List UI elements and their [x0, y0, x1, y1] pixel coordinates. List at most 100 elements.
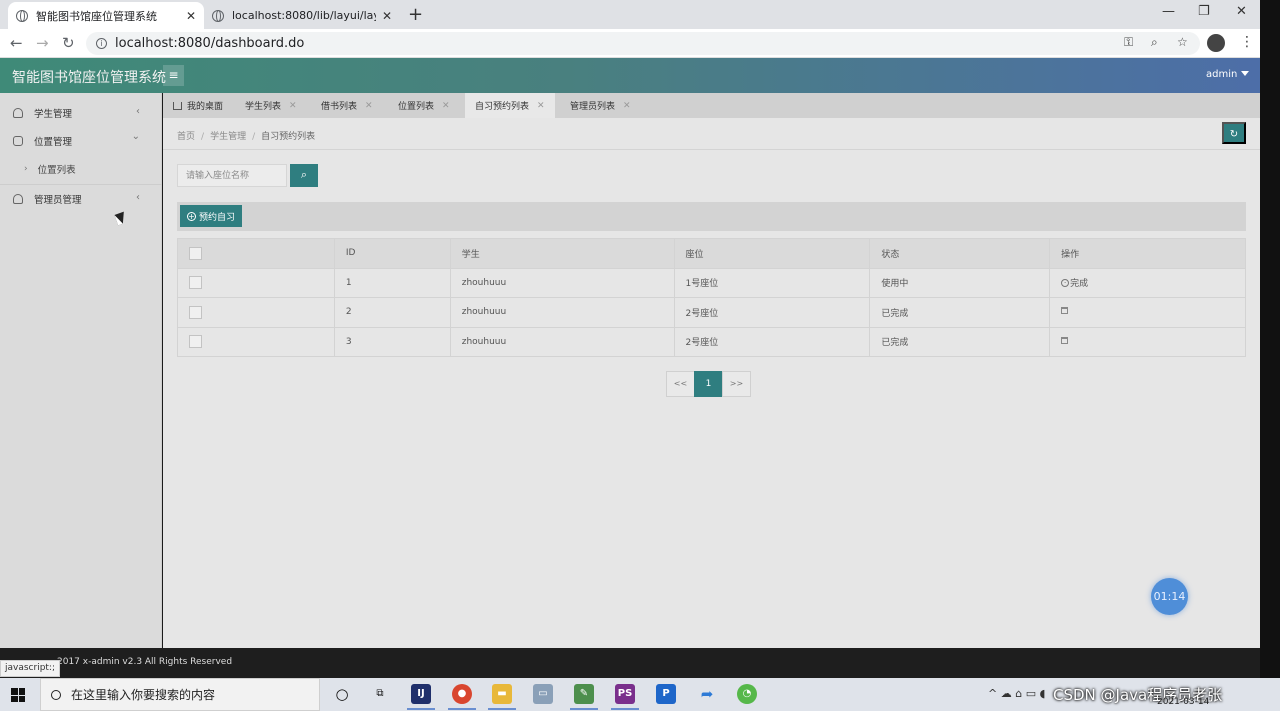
wechat-icon[interactable]: ◔: [737, 684, 757, 704]
sidebar-item-students[interactable]: 学生管理 ‹: [0, 99, 162, 127]
pagination-next[interactable]: >>: [722, 371, 751, 397]
select-all-checkbox[interactable]: [189, 246, 202, 260]
image-viewer-icon[interactable]: ▭: [533, 684, 553, 704]
cell-status: 已完成: [869, 326, 1051, 357]
home-icon: [173, 101, 182, 110]
sidebar-subitem-position-list[interactable]: › 位置列表: [0, 155, 162, 183]
key-icon[interactable]: ⚿: [1124, 35, 1133, 50]
sidebar-item-admins[interactable]: 管理员管理 ‹: [0, 185, 162, 213]
tab-close-icon[interactable]: ✕: [289, 101, 297, 111]
reserve-study-label: 预约自习: [199, 212, 236, 223]
tab-label: 学生列表: [245, 102, 282, 112]
zoom-icon[interactable]: ⌕: [1151, 35, 1158, 50]
row-select-cell: [177, 326, 335, 357]
minimize-icon[interactable]: —: [1162, 4, 1175, 19]
breadcrumb-home[interactable]: 首页: [177, 132, 195, 142]
browser-tab-title: localhost:8080/lib/layui/layui.js: [232, 9, 376, 22]
cell-action: · 完成: [1049, 267, 1246, 298]
tab-my-desktop[interactable]: 我的桌面: [163, 93, 233, 118]
pagination-current-page[interactable]: 1: [694, 371, 723, 397]
tab-close-icon[interactable]: ✕: [537, 101, 545, 111]
windows-start-icon[interactable]: [11, 688, 25, 702]
screen-edge: [1260, 0, 1280, 678]
plus-circle-icon: +: [187, 211, 196, 221]
caret-down-icon: [1241, 71, 1250, 76]
breadcrumb-section[interactable]: 学生管理: [210, 132, 246, 142]
search-button[interactable]: ⌕: [290, 164, 318, 187]
refresh-button[interactable]: ↻: [1222, 122, 1246, 144]
main-content: 首页 / 学生管理 / 自习预约列表 ↻ ⌕ + 预约自习 ID 学生 座位 状态 操作: [163, 118, 1260, 648]
trash-icon[interactable]: [1061, 307, 1069, 315]
page-footer: 2017 x-admin v2.3 All Rights Reserved: [0, 648, 1260, 678]
profile-avatar-icon[interactable]: [1207, 34, 1225, 52]
url-field[interactable]: i localhost:8080/dashboard.do: [86, 32, 1200, 55]
intellij-icon[interactable]: IJ: [407, 684, 435, 710]
close-tab-icon[interactable]: ✕: [186, 9, 196, 23]
column-header-seat: 座位: [673, 238, 871, 269]
cortana-icon[interactable]: ○: [332, 684, 352, 704]
tab-study-reservation-list[interactable]: 自习预约列表 ✕: [465, 93, 555, 118]
globe-icon: [212, 9, 224, 22]
recording-timer-badge[interactable]: 01:14: [1151, 578, 1188, 615]
row-select-cell: [177, 267, 335, 298]
menu-toggle-icon[interactable]: ≡: [163, 65, 184, 86]
browser-tab-active[interactable]: 智能图书馆座位管理系统 ✕: [8, 2, 204, 29]
chrome-icon[interactable]: ●: [448, 684, 476, 710]
back-icon[interactable]: ←: [10, 34, 23, 52]
cell-student: zhouhuuu: [449, 326, 675, 357]
browser-tab[interactable]: localhost:8080/lib/layui/layui.js ✕: [204, 2, 400, 29]
task-view-icon[interactable]: ⧉: [370, 684, 390, 704]
browser-tab-title: 智能图书馆座位管理系统: [36, 9, 157, 23]
tab-borrow-list[interactable]: 借书列表 ✕: [311, 93, 383, 118]
p-app-icon[interactable]: P: [656, 684, 676, 704]
notepad-icon[interactable]: ✎: [570, 684, 598, 710]
complete-action-link[interactable]: · 完成: [1061, 279, 1088, 289]
breadcrumb: 首页 / 学生管理 / 自习预约列表: [177, 129, 315, 142]
reload-icon[interactable]: ↻: [62, 34, 75, 52]
column-header-action: 操作: [1049, 238, 1246, 269]
seat-search-input[interactable]: [177, 164, 287, 187]
taskbar-search-text: 在这里输入你要搜索的内容: [71, 688, 216, 702]
new-tab-button[interactable]: +: [408, 4, 423, 25]
pagination-prev[interactable]: <<: [666, 371, 695, 397]
select-all-cell: [177, 238, 335, 269]
sidebar-item-positions[interactable]: 位置管理 ⌄: [0, 127, 162, 155]
user-menu[interactable]: admin: [1206, 69, 1250, 80]
close-window-icon[interactable]: ✕: [1236, 4, 1247, 19]
row-checkbox[interactable]: [189, 335, 202, 349]
taskbar-date: 2021-03-14: [1157, 697, 1210, 707]
tab-label: 自习预约列表: [475, 102, 530, 112]
table-row: 2 zhouhuuu 2号座位 已完成: [177, 297, 1246, 328]
row-checkbox[interactable]: [189, 305, 202, 319]
breadcrumb-current: 自习预约列表: [261, 132, 316, 142]
system-tray-icons[interactable]: ^ ☁ ⌂ ▭ ◖: [988, 687, 1045, 700]
complete-icon: ·: [1061, 279, 1070, 288]
column-header-id: ID: [333, 238, 451, 269]
file-explorer-icon[interactable]: ▬: [488, 684, 516, 710]
tab-admin-list[interactable]: 管理员列表 ✕: [560, 93, 641, 118]
maximize-icon[interactable]: ❐: [1198, 4, 1210, 19]
sidebar-item-label: 学生管理: [34, 109, 73, 120]
tab-position-list[interactable]: 位置列表 ✕: [388, 93, 460, 118]
chevron-left-icon: ‹: [136, 106, 140, 117]
browser-menu-icon[interactable]: ⋮: [1240, 34, 1254, 50]
breadcrumb-separator: /: [252, 132, 256, 142]
phpstorm-icon[interactable]: PS: [611, 684, 639, 710]
trash-icon[interactable]: [1061, 336, 1069, 344]
info-icon[interactable]: i: [96, 38, 107, 49]
tab-close-icon[interactable]: ✕: [442, 101, 450, 111]
arrow-app-icon[interactable]: ➦: [697, 684, 717, 704]
taskbar-search-box[interactable]: 在这里输入你要搜索的内容: [40, 678, 320, 711]
reserve-study-button[interactable]: + 预约自习: [180, 205, 243, 227]
sidebar-item-label: 管理员管理: [34, 195, 82, 206]
row-checkbox[interactable]: [189, 276, 202, 290]
tab-close-icon[interactable]: ✕: [623, 101, 631, 111]
tab-close-icon[interactable]: ✕: [365, 101, 373, 111]
close-tab-icon[interactable]: ✕: [382, 9, 392, 23]
copyright-text: 2017 x-admin v2.3 All Rights Reserved: [57, 657, 233, 667]
divider: [163, 149, 1260, 150]
tab-student-list[interactable]: 学生列表 ✕: [235, 93, 307, 118]
bookmark-star-icon[interactable]: ☆: [1177, 35, 1188, 49]
app-header: 智能图书馆座位管理系统 ≡ admin: [0, 58, 1260, 93]
forward-icon[interactable]: →: [36, 34, 49, 52]
